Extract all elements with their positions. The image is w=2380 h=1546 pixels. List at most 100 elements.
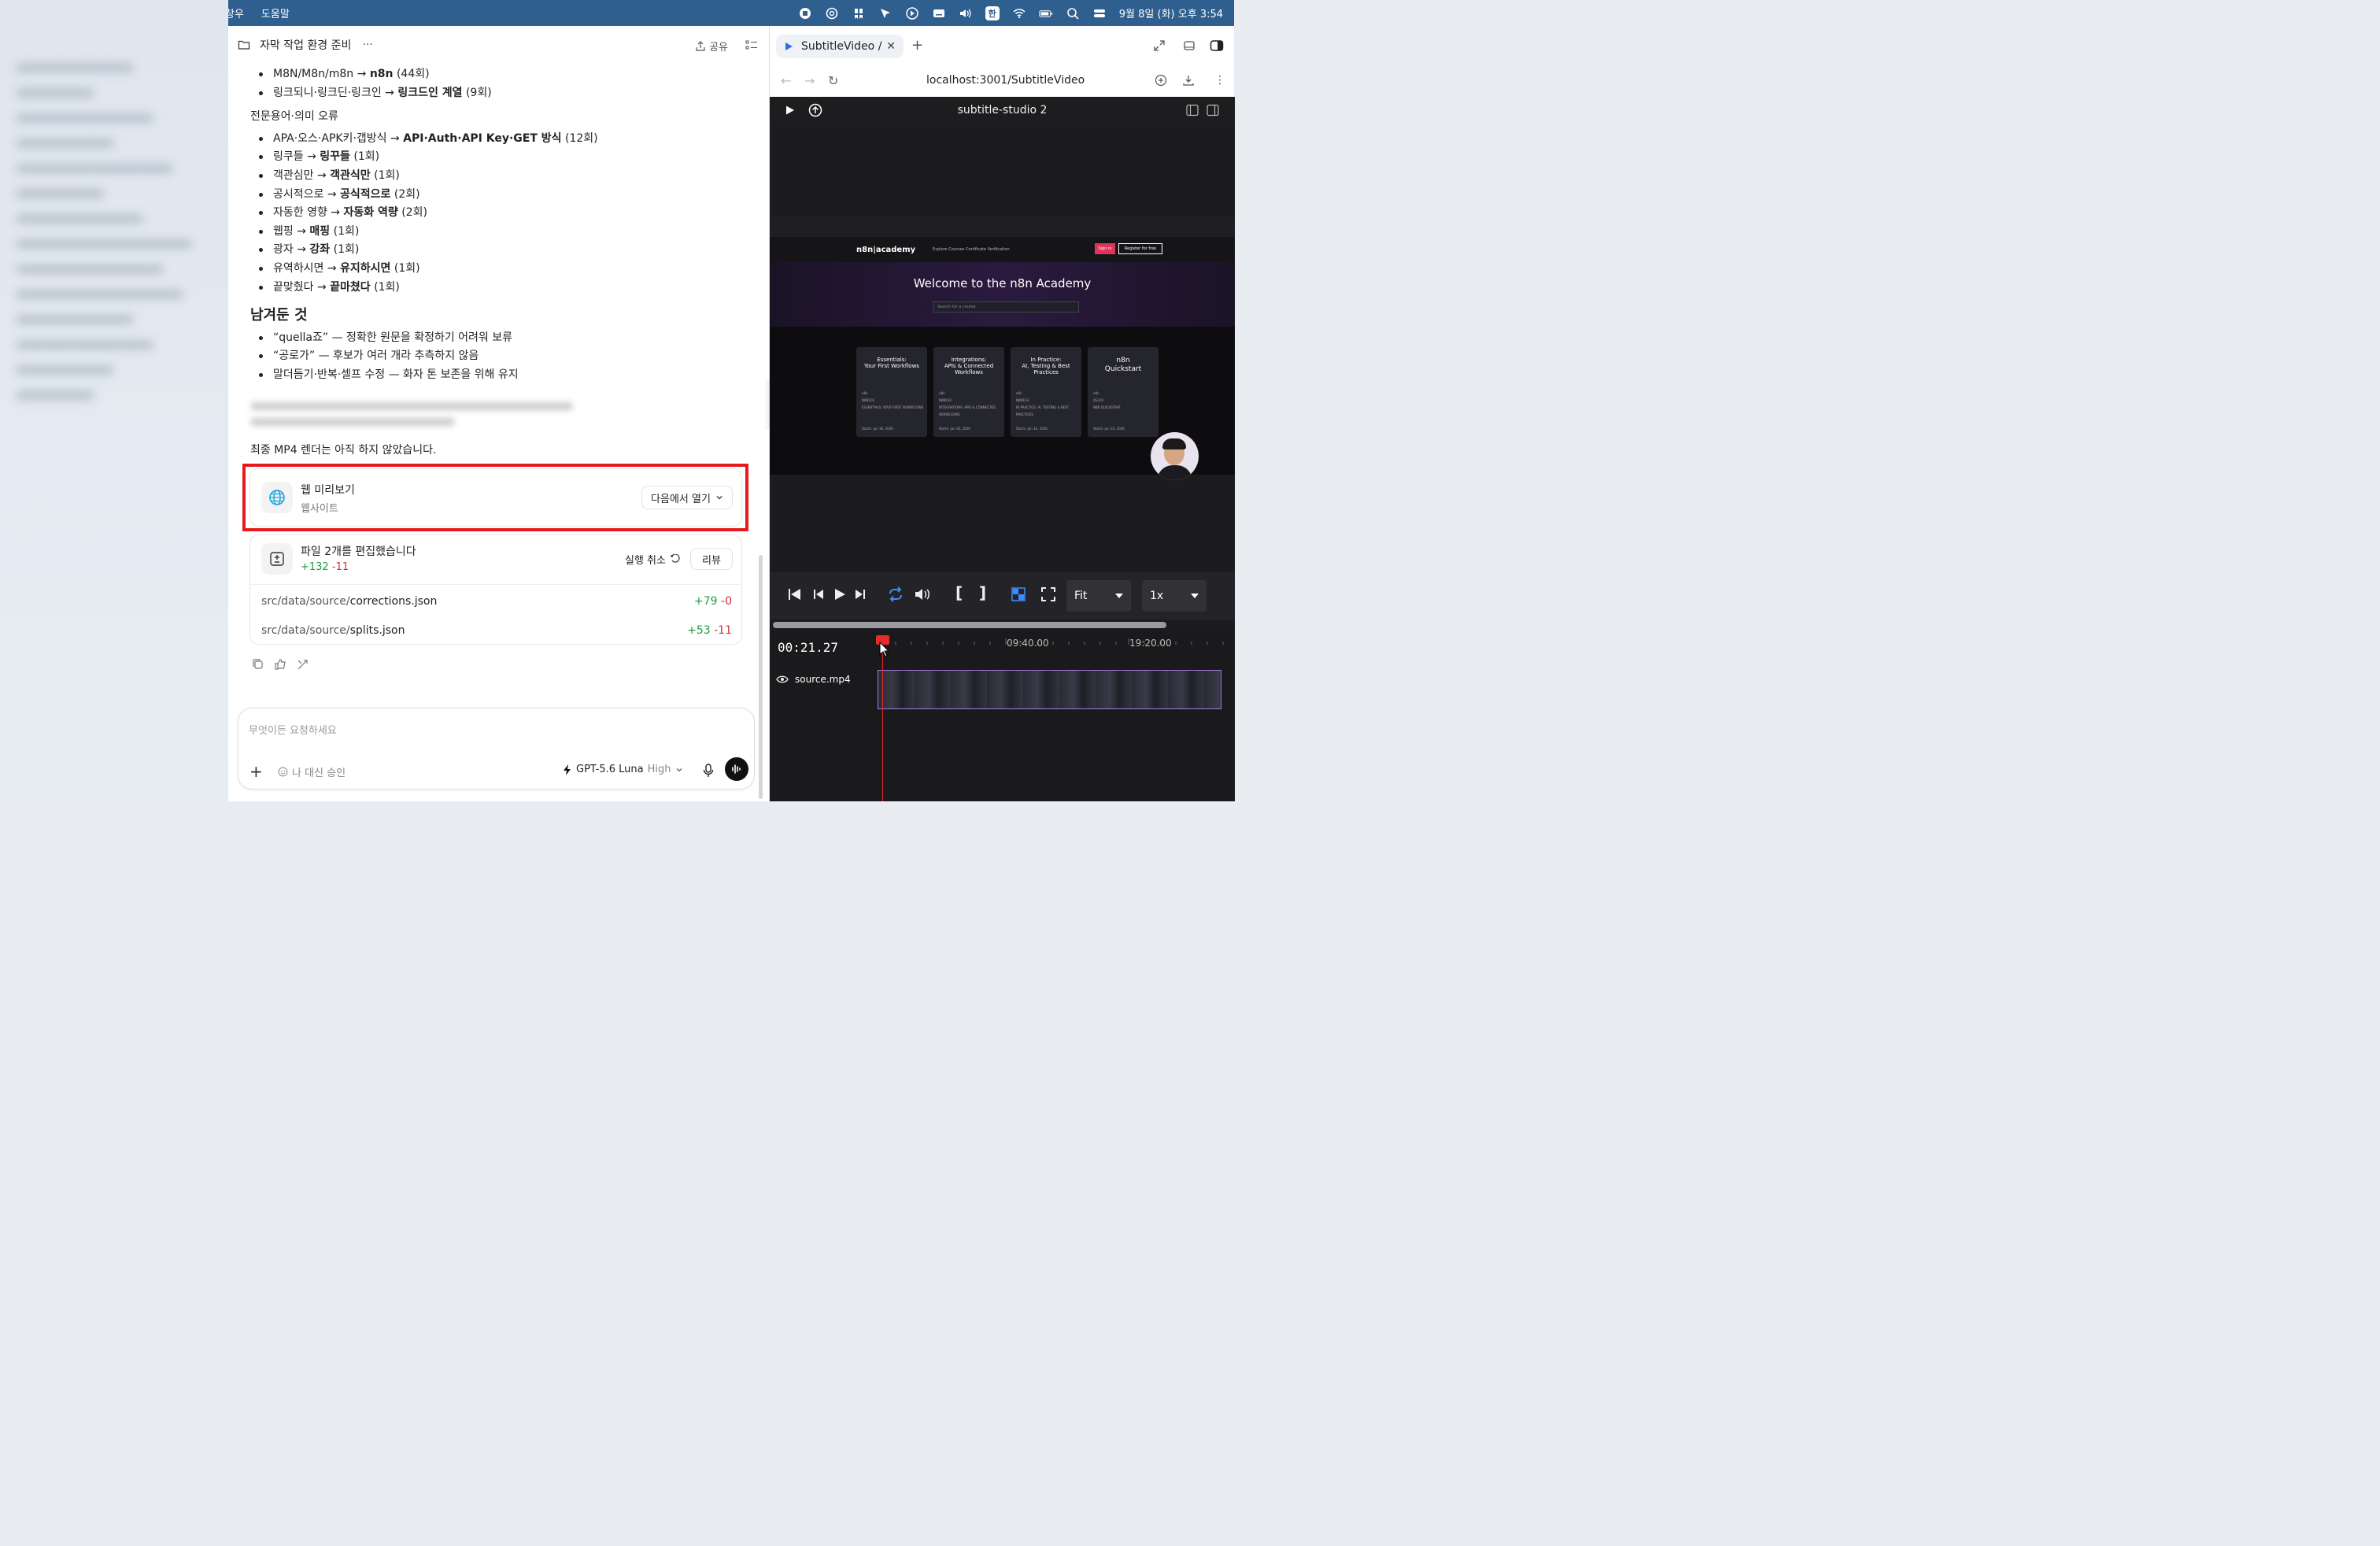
cursor-icon[interactable] (878, 6, 893, 20)
assistant-message: M8N/M8n/m8n → n8n (44회) 링크되니·링크딘·링크인 → 링… (250, 65, 746, 390)
list-item: APA·오스·APK키·갭방식 → API·Auth·API Key·GET 방… (250, 130, 746, 149)
new-tab-button[interactable]: + (911, 37, 923, 54)
add-comment-icon[interactable] (1155, 74, 1167, 87)
track-label: source.mp4 (776, 674, 851, 685)
subtitle-studio-app: subtitle-studio 2 n8n|academy Explore Co… (770, 97, 1235, 801)
left-list-clip: “quella죠” — 정확한 원문을 확정하기 어려워 보류 “공로가” — … (250, 329, 746, 390)
search-icon[interactable] (1066, 6, 1080, 20)
section-heading-terms: 전문용어·의미 오류 (250, 110, 338, 124)
list-item: 자동한 영향 → 자동화 역량 (2회) (250, 204, 746, 223)
back-icon[interactable]: ← (781, 73, 791, 88)
model-selector[interactable]: GPT-5.6 Luna High (563, 764, 683, 775)
mark-out-button[interactable]: ] (979, 583, 986, 602)
eye-icon[interactable] (776, 675, 789, 684)
window-icon[interactable] (1183, 39, 1196, 52)
step-back-icon[interactable] (812, 586, 825, 602)
course-card: Essentials: Your First Workflows n8n N8N… (856, 347, 927, 437)
undo-button[interactable]: 실행 취소 (620, 548, 685, 570)
video-signin: Sign in (1095, 243, 1115, 254)
add-attachment-button[interactable]: + (249, 762, 263, 781)
share-label: 공유 (709, 42, 728, 54)
left-list: “quella죠” — 정확한 원문을 확정하기 어려워 보류 “공로가” — … (250, 329, 746, 385)
chat-scrollbar[interactable] (759, 555, 763, 799)
highlight-box (242, 464, 748, 531)
url-field[interactable]: localhost:3001/SubtitleVideo (926, 74, 1085, 87)
record-icon[interactable] (798, 6, 812, 20)
video-preview[interactable]: n8n|academy Explore Courses Certificate … (770, 216, 1235, 480)
waveform-icon (732, 764, 741, 774)
list-item: 말더듬기·반복·셀프 수정 — 화자 톤 보존을 위해 유지 (250, 366, 746, 385)
reload-icon[interactable]: ↻ (828, 73, 838, 88)
checker-icon[interactable] (1011, 586, 1026, 602)
video-register: Register for free (1118, 243, 1162, 254)
file-edit-card: 파일 2개를 편집했습니다 +132 -11 실행 취소 리뷰 src/data… (249, 534, 742, 645)
menu-help[interactable]: 도움말 (261, 6, 290, 20)
timeline-scrollbar[interactable] (773, 622, 1166, 628)
wifi-icon[interactable] (1012, 6, 1026, 20)
loop-icon[interactable] (887, 586, 904, 602)
video-nav-links: Explore Courses Certificate Verification (933, 247, 1010, 252)
volume-icon[interactable] (959, 6, 973, 20)
bolt-icon (564, 764, 571, 775)
list-item: M8N/M8n/m8n → n8n (44회) (250, 65, 746, 84)
more-vertical-icon[interactable]: ⋮ (1214, 74, 1225, 87)
review-button[interactable]: 리뷰 (690, 548, 733, 570)
bookmark-icon[interactable] (852, 6, 866, 20)
course-card: In Practice: AI, Testing & Best Practice… (1011, 347, 1081, 437)
smile-icon (278, 767, 288, 777)
diff-icon-box (261, 543, 293, 575)
chat-header: 자막 작업 환경 준비 ··· 공유 (228, 26, 769, 64)
composer-input[interactable]: 무엇이든 요청하세요 (249, 722, 337, 737)
speed-select[interactable]: 1x (1142, 580, 1207, 612)
microphone-icon[interactable] (703, 764, 714, 778)
control-center-icon[interactable] (1092, 6, 1107, 20)
fork-icon[interactable] (296, 658, 309, 671)
voice-mode-button[interactable] (725, 757, 748, 781)
player-controls: [ ] Fit 1x (770, 572, 1235, 620)
share-button[interactable]: 공유 (695, 39, 728, 54)
app-title: subtitle-studio 2 (957, 104, 1048, 117)
copy-icon[interactable] (252, 658, 264, 671)
video-clip-strip[interactable] (878, 670, 1221, 709)
right-panel-icon[interactable] (1207, 104, 1219, 117)
fullscreen-icon[interactable] (1040, 586, 1056, 602)
browser-panel: SubtitleVideo / ✕ + ← → ↻ localhost:3001… (769, 26, 1235, 801)
step-forward-icon[interactable] (854, 586, 867, 602)
thumbs-up-icon[interactable] (274, 658, 286, 671)
keyboard-icon[interactable] (932, 6, 946, 20)
play-button-icon[interactable] (833, 586, 847, 602)
timeline[interactable]: 00:21.27 09:40.00 19:20.00 source.mp4 (770, 631, 1235, 801)
forward-icon[interactable]: → (804, 73, 815, 88)
composer[interactable]: 무엇이든 요청하세요 + 나 대신 승인 GPT-5.6 Luna High (238, 708, 755, 790)
message-actions (252, 658, 309, 671)
presenter-avatar (1151, 432, 1199, 480)
browser-tab[interactable]: SubtitleVideo / ✕ (776, 35, 904, 58)
chat-title[interactable]: 자막 작업 환경 준비 (260, 37, 351, 53)
list-view-icon[interactable] (745, 39, 758, 51)
volume-icon[interactable] (914, 586, 931, 602)
file-row[interactable]: src/data/source/corrections.json +79 -0 (261, 595, 732, 608)
fit-select[interactable]: Fit (1066, 580, 1131, 612)
mark-in-button[interactable]: [ (955, 583, 963, 602)
playhead[interactable] (882, 640, 883, 801)
app-menu: 창우 도움말 (225, 6, 290, 20)
menubar-clock[interactable]: 9월 8일 (화) 오후 3:54 (1119, 6, 1223, 20)
input-method-badge[interactable]: 한 (985, 6, 1000, 20)
openai-icon[interactable] (825, 6, 839, 20)
more-icon[interactable]: ··· (362, 39, 372, 51)
left-panel-icon[interactable] (1186, 104, 1199, 117)
close-tab-icon[interactable]: ✕ (886, 40, 896, 53)
skip-start-icon[interactable] (786, 586, 802, 602)
n8n-logo: n8n|academy (856, 245, 916, 254)
list-item: 공시적으로 → 공식적으로 (2회) (250, 186, 746, 205)
timeline-ruler[interactable] (864, 631, 1235, 654)
tab-favicon-icon (785, 43, 793, 50)
terms-list: APA·오스·APK키·갭방식 → API·Auth·API Key·GET 방… (250, 130, 746, 297)
download-icon[interactable] (1182, 74, 1195, 87)
battery-icon[interactable] (1039, 6, 1053, 20)
file-row[interactable]: src/data/source/splits.json +53 -11 (261, 624, 732, 637)
auto-approve-toggle[interactable]: 나 대신 승인 (278, 764, 346, 779)
expand-icon[interactable] (1153, 39, 1166, 52)
play-circle-icon[interactable] (905, 6, 919, 20)
sidebar-toggle-icon[interactable] (1210, 39, 1224, 52)
